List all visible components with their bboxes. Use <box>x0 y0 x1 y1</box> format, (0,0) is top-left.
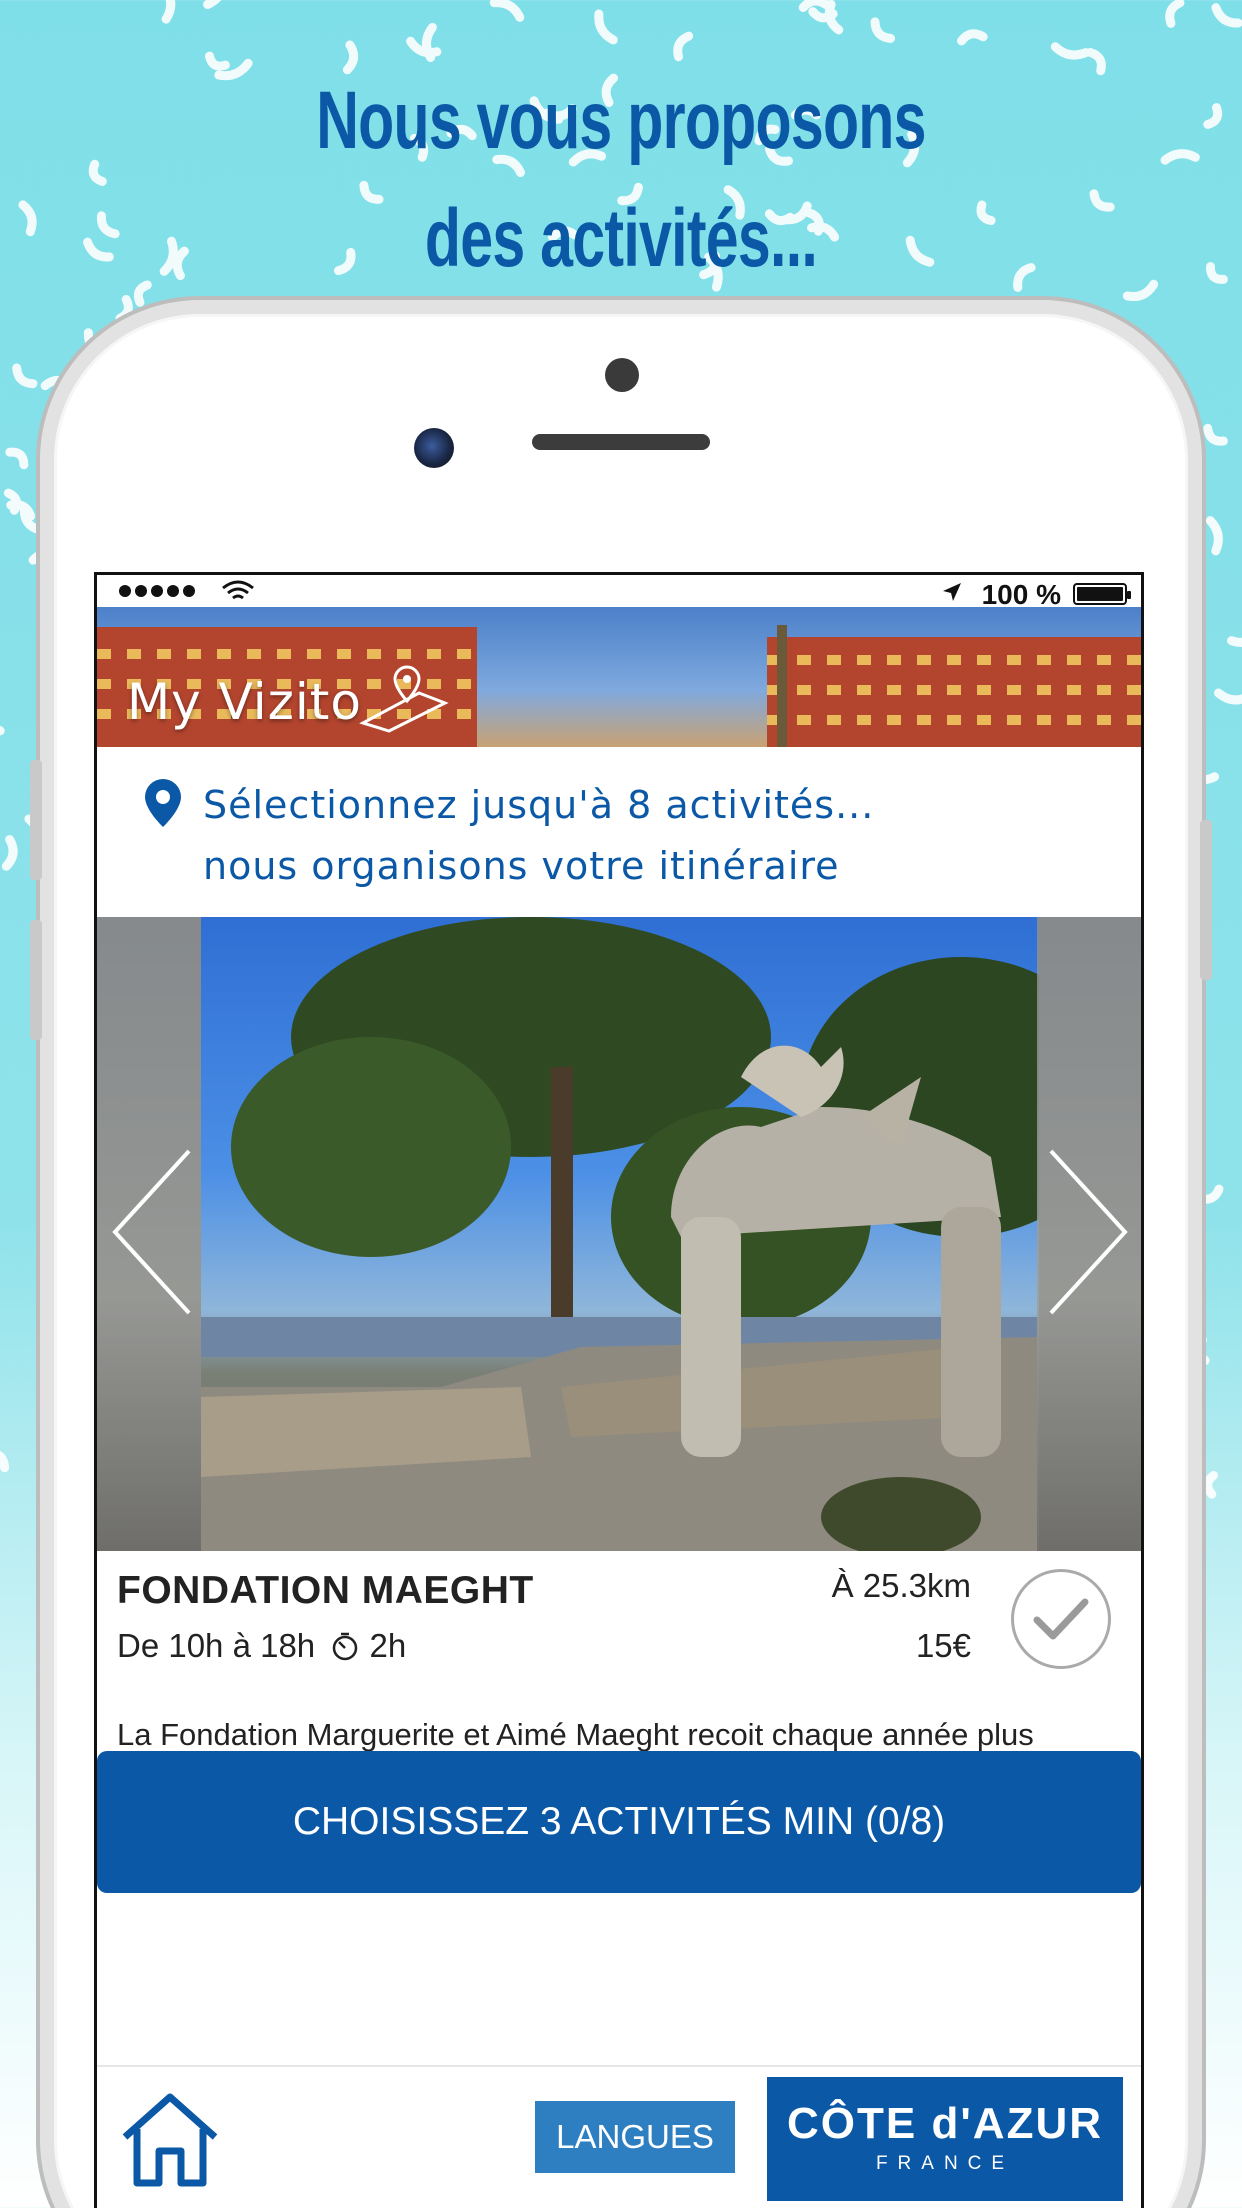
choose-activities-button[interactable]: CHOISISSEZ 3 ACTIVITÉS MIN (0/8) <box>97 1751 1141 1893</box>
confetti-squiggle <box>88 159 107 186</box>
headline-line-2: des activités... <box>424 193 818 284</box>
activity-photo-illustration <box>201 917 1039 1551</box>
confetti-squiggle <box>1203 423 1228 446</box>
confetti-squiggle <box>824 0 844 35</box>
confetti-squiggle <box>83 237 114 262</box>
confetti-squiggle <box>18 200 37 237</box>
chevron-left-icon[interactable] <box>109 1147 193 1317</box>
confetti-squiggle <box>5 447 29 470</box>
location-arrow-icon <box>943 583 961 601</box>
confetti-squiggle <box>159 236 178 276</box>
confetti-squiggle <box>1 835 18 871</box>
confetti-squiggle <box>1085 48 1106 76</box>
instruction-line-1: Sélectionnez jusqu'à 8 activités... <box>203 783 875 827</box>
opening-hours: De 10h à 18h <box>117 1627 316 1664</box>
confetti-squiggle <box>673 31 694 62</box>
header-banner: My Vizito <box>97 605 1141 747</box>
banner-building <box>767 637 1141 747</box>
confetti-squiggle <box>133 280 152 307</box>
phone-proximity-sensor <box>605 358 639 392</box>
confetti-squiggle <box>1122 279 1159 301</box>
confetti-squiggle <box>0 1450 10 1473</box>
activity-price: 15€ <box>915 1627 971 1664</box>
wifi-icon <box>222 580 254 600</box>
app-screen: 100 % My Vizito Sélectionnez jusqu'à 8 a… <box>94 572 1144 2208</box>
confetti-squiggle <box>1203 103 1223 129</box>
map-pin-icon <box>145 779 181 827</box>
activity-photo <box>201 917 1039 1551</box>
battery-icon <box>1073 583 1131 605</box>
brand-sub-text: FRANCE <box>875 2153 1015 2174</box>
confetti-squiggle <box>1165 0 1185 28</box>
confetti-squiggle <box>1205 516 1223 556</box>
confetti-squiggle <box>1160 149 1200 165</box>
confetti-squiggle <box>115 295 133 323</box>
phone-speaker <box>532 434 710 450</box>
confetti-squiggle <box>798 0 831 12</box>
confetti-squiggle <box>1089 189 1115 212</box>
confetti-squiggle <box>203 0 222 9</box>
checkmark-icon <box>1033 1598 1089 1640</box>
confetti-squiggle <box>594 9 618 45</box>
brand-main-text: CÔTE d'AZUR <box>787 2099 1103 2148</box>
status-bar: 100 % <box>97 575 1141 610</box>
instruction-line-2: nous organisons votre itinéraire <box>203 844 840 888</box>
confetti-squiggle <box>1195 1184 1224 1204</box>
confetti-squiggle <box>1211 3 1242 28</box>
confetti-squiggle <box>489 0 525 22</box>
confetti-squiggle <box>12 363 38 389</box>
activity-description: La Fondation Marguerite et Aimé Maeght r… <box>117 1717 1034 1752</box>
activity-hours: De 10h à 18h 2h <box>117 1627 406 1665</box>
instruction-text: Sélectionnez jusqu'à 8 activités... nous… <box>203 775 874 897</box>
phone-side-button <box>1200 820 1212 980</box>
confetti-squiggle <box>1050 42 1091 60</box>
select-activity-checkbox[interactable] <box>1011 1569 1111 1669</box>
activity-title: FONDATION MAEGHT <box>117 1569 534 1612</box>
confetti-squiggle <box>1205 262 1228 284</box>
chevron-right-icon[interactable] <box>1047 1147 1131 1317</box>
cote-dazur-logo: CÔTE d'AZUR FRANCE <box>767 2077 1123 2201</box>
confetti-squiggle <box>422 22 437 62</box>
confetti-squiggle <box>870 17 895 43</box>
confetti-squiggle <box>1203 1471 1218 1499</box>
activity-image-carousel[interactable] <box>97 917 1141 1551</box>
home-icon[interactable] <box>115 2089 225 2189</box>
logo-map-pin-icon <box>359 665 449 733</box>
activity-duration: 2h <box>369 1627 407 1664</box>
confetti-squiggle <box>1227 636 1242 647</box>
activity-details: FONDATION MAEGHT De 10h à 18h 2h À 25.3k… <box>97 1551 1141 1752</box>
front-camera <box>414 428 454 468</box>
confetti-squiggle <box>96 211 120 239</box>
instruction-panel: Sélectionnez jusqu'à 8 activités... nous… <box>97 747 1141 895</box>
headline-line-1: Nous vous proposons <box>316 75 926 166</box>
languages-button[interactable]: LANGUES <box>535 2101 735 2173</box>
phone-side-button <box>30 920 42 1040</box>
confetti-squiggle <box>1214 688 1242 705</box>
confetti-squiggle <box>957 29 988 46</box>
confetti-squiggle <box>161 0 176 24</box>
phone-side-button <box>30 760 42 880</box>
bottom-navigation-bar: LANGUES CÔTE d'AZUR FRANCE <box>97 2065 1141 2208</box>
signal-strength-icon <box>119 585 195 597</box>
battery-percentage: 100 % <box>981 579 1061 610</box>
marketing-headline: Nous vous proposons des activités... <box>174 62 1068 298</box>
app-logo: My Vizito <box>127 673 362 731</box>
activity-distance: À 25.3km <box>831 1567 971 1604</box>
stopwatch-icon <box>333 1632 358 1661</box>
